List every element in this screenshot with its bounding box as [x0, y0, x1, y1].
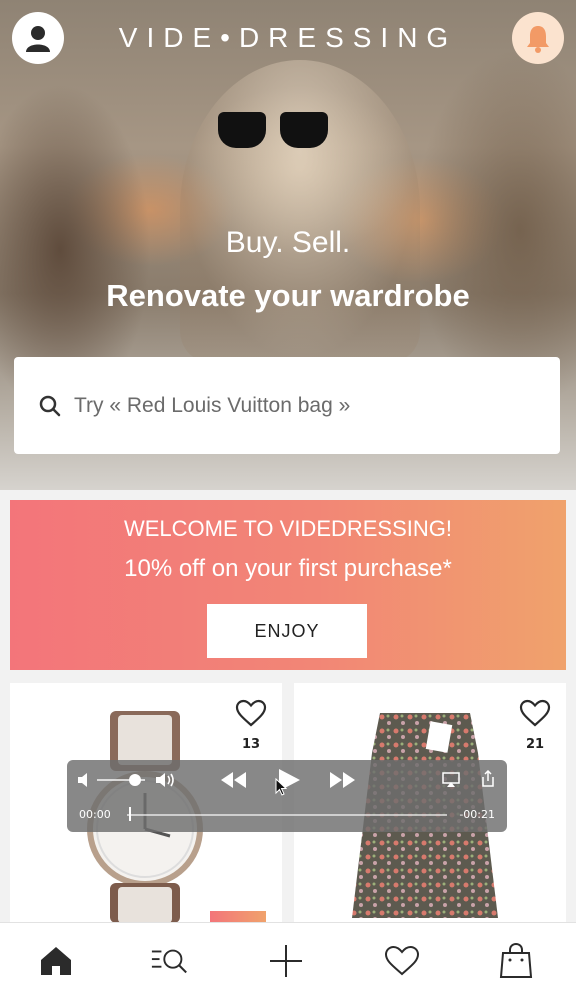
- share-icon[interactable]: [481, 770, 495, 788]
- promo-title: WELCOME TO VIDEDRESSING!: [123, 516, 453, 541]
- mouse-cursor-icon: [275, 778, 287, 796]
- bottom-navigation: [0, 922, 576, 992]
- search-bar[interactable]: Try « Red Louis Vuitton bag »: [14, 357, 560, 454]
- notifications-button[interactable]: [512, 12, 564, 64]
- nav-home[interactable]: [36, 941, 76, 981]
- favorite-toggle[interactable]: 21: [518, 699, 552, 752]
- bag-icon: [499, 943, 533, 978]
- home-icon: [41, 947, 71, 975]
- likes-count: 13: [241, 737, 261, 752]
- nav-search[interactable]: [150, 941, 190, 981]
- search-list-icon: [151, 949, 187, 974]
- enjoy-button[interactable]: ENJOY: [207, 604, 367, 658]
- remaining-time: -00:21: [459, 808, 495, 821]
- heart-icon: [235, 699, 267, 727]
- progress-scrubber[interactable]: [127, 814, 447, 816]
- progress-scrubber-head[interactable]: [129, 807, 131, 821]
- elapsed-time: 00:00: [79, 808, 111, 821]
- app-logo: VIDE•DRESSING: [118, 22, 458, 53]
- welcome-promo-banner: WELCOME TO VIDEDRESSING! 10% off on your…: [10, 500, 566, 670]
- bell-icon: [527, 26, 549, 53]
- heart-icon: [384, 945, 420, 976]
- likes-count: 21: [525, 737, 545, 752]
- search-placeholder: Try « Red Louis Vuitton bag »: [74, 393, 351, 417]
- hero-photo: [180, 60, 420, 360]
- media-player-controls: 00:00 -00:21: [67, 760, 507, 832]
- volume-low-icon[interactable]: [77, 772, 91, 788]
- rewind-icon[interactable]: [219, 771, 247, 789]
- plus-icon: [270, 945, 302, 977]
- airplay-icon[interactable]: [442, 772, 460, 788]
- nav-sell[interactable]: [266, 941, 306, 981]
- search-icon: [39, 395, 61, 416]
- nav-favorites[interactable]: [382, 941, 422, 981]
- promo-subtitle: 10% off on your first purchase*: [124, 555, 452, 582]
- hero-tagline-secondary: Renovate your wardrobe: [106, 278, 470, 313]
- volume-high-icon[interactable]: [155, 772, 177, 788]
- hero-banner: VIDE•DRESSING Buy. Sell. Renovate your w…: [0, 0, 576, 490]
- volume-slider-knob[interactable]: [129, 774, 142, 786]
- nav-cart[interactable]: [496, 941, 536, 981]
- fast-forward-icon[interactable]: [329, 771, 357, 789]
- hero-tagline-primary: Buy. Sell.: [225, 226, 351, 259]
- hero-photo-sunglasses: [218, 112, 328, 148]
- heart-icon: [519, 699, 551, 727]
- favorite-toggle[interactable]: 13: [234, 699, 268, 752]
